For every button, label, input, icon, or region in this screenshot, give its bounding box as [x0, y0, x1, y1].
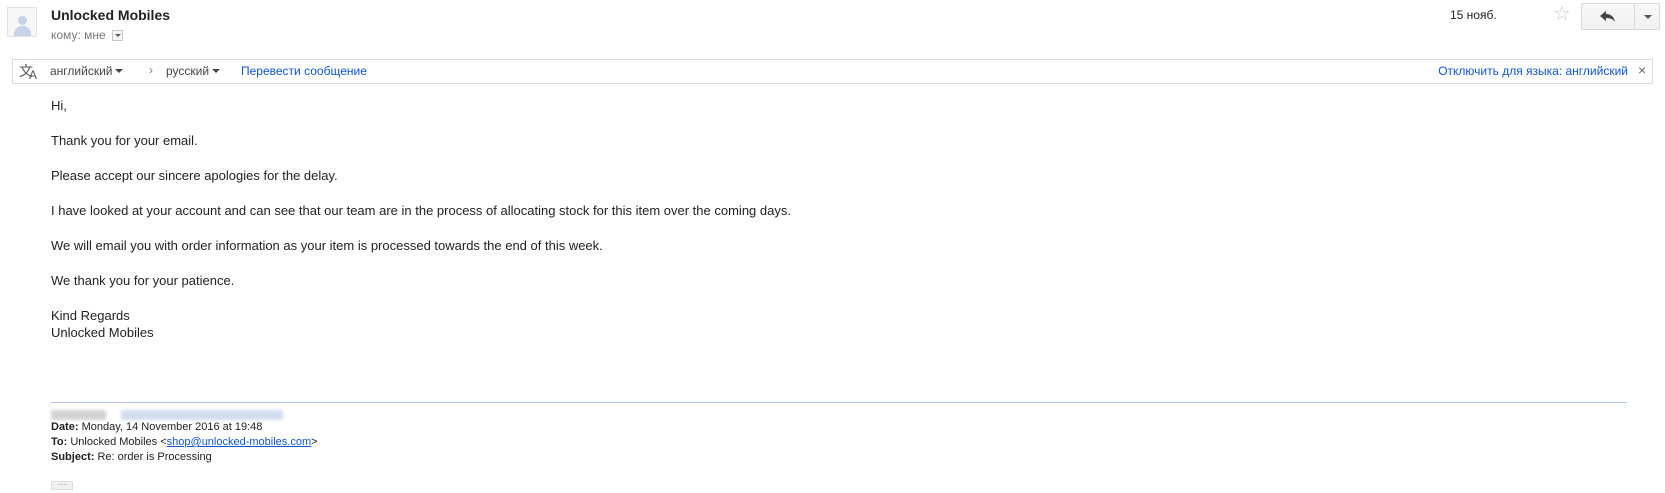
target-language-select[interactable]: русский	[166, 64, 221, 78]
quoted-date-value: Monday, 14 November 2016 at 19:48	[81, 421, 263, 433]
redacted-from-line	[51, 410, 283, 420]
star-icon[interactable]: ☆	[1553, 3, 1571, 25]
avatar-torso-shape	[14, 26, 31, 36]
translate-icon: 文A	[19, 63, 38, 82]
quote-divider	[51, 402, 1627, 403]
chevron-down-icon	[212, 69, 221, 73]
quoted-subject-label: Subject:	[51, 451, 95, 463]
body-line: We will email you with order information…	[51, 238, 603, 253]
quoted-to-label: To:	[51, 436, 68, 448]
quoted-subject-value: Re: order is Processing	[97, 451, 212, 463]
reply-icon	[1600, 10, 1615, 22]
quoted-to-name: Unlocked Mobiles <	[70, 436, 167, 448]
body-line: I have looked at your account and can se…	[51, 203, 791, 218]
quoted-to-email-link[interactable]: shop@unlocked-mobiles.com	[167, 436, 311, 448]
avatar-head-shape	[18, 16, 27, 25]
language-arrow: ›	[149, 63, 153, 77]
body-line: We thank you for your patience.	[51, 273, 235, 288]
source-language-select[interactable]: английский	[50, 64, 124, 78]
reply-button[interactable]	[1581, 3, 1635, 30]
signature-line: Unlocked Mobiles	[51, 325, 154, 340]
body-line: Hi,	[51, 98, 67, 113]
body-line: Please accept our sincere apologies for …	[51, 168, 338, 183]
quoted-date-line: Date: Monday, 14 November 2016 at 19:48	[51, 420, 262, 434]
chevron-down-icon	[115, 69, 124, 73]
more-options-button[interactable]	[1634, 3, 1660, 30]
signature-line: Kind Regards	[51, 308, 130, 323]
quoted-to-close: >	[311, 436, 318, 448]
message-date: 15 нояб.	[1450, 8, 1497, 22]
quoted-subject-line: Subject: Re: order is Processing	[51, 450, 212, 464]
translate-bar: 文A английский › русский Перевести сообще…	[12, 59, 1653, 84]
sender-avatar	[7, 7, 37, 37]
close-icon[interactable]: ×	[1638, 62, 1646, 78]
source-language-label: английский	[50, 64, 113, 78]
recipient-line: кому: мне	[51, 28, 123, 42]
quoted-date-label: Date:	[51, 421, 79, 433]
disable-translation-link[interactable]: Отключить для языка: английский	[1438, 64, 1628, 78]
translate-message-link[interactable]: Перевести сообщение	[241, 64, 367, 78]
details-dropdown-icon[interactable]	[111, 29, 123, 41]
sender-name[interactable]: Unlocked Mobiles	[51, 7, 170, 23]
target-language-label: русский	[166, 64, 210, 78]
recipient-label: кому: мне	[51, 28, 106, 42]
body-line: Thank you for your email.	[51, 133, 198, 148]
show-trimmed-content-button[interactable]: ···	[51, 480, 73, 490]
quoted-to-line: To: Unlocked Mobiles <shop@unlocked-mobi…	[51, 435, 318, 449]
